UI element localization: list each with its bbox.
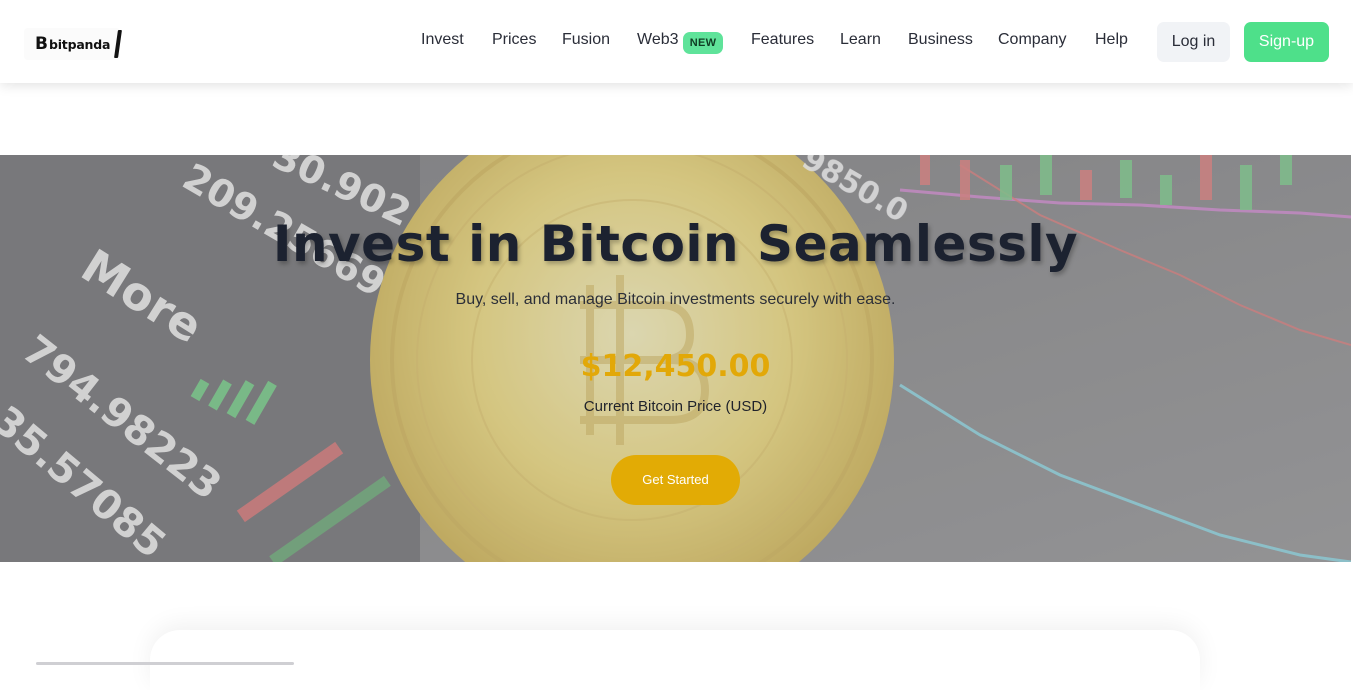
top-navigation-bar: B bitpanda Invest Prices Fusion Web3 NEW… [0, 0, 1353, 83]
logo-text: bitpanda [48, 36, 111, 52]
nav-item-learn[interactable]: Learn [840, 31, 881, 49]
nav-item-business[interactable]: Business [908, 31, 973, 49]
get-started-button[interactable]: Get Started [611, 455, 740, 505]
hero-subtitle: Buy, sell, and manage Bitcoin investment… [455, 291, 896, 308]
nav-item-features[interactable]: Features [751, 31, 814, 49]
nav-item-fusion[interactable]: Fusion [562, 31, 610, 49]
new-badge: NEW [683, 32, 723, 54]
hero-section: 209.25669 More 794.98223 35.57085 30.902… [0, 155, 1351, 562]
nav-item-help[interactable]: Help [1095, 31, 1128, 49]
bitpanda-logo[interactable]: B bitpanda [24, 28, 122, 60]
hero-title: Invest in Bitcoin Seamlessly [272, 215, 1079, 273]
logo-glyph: B [35, 34, 48, 54]
content-card-edge [150, 630, 1200, 690]
bitcoin-price: $12,450.00 [580, 349, 771, 384]
logo-slash-mark [114, 30, 122, 58]
signup-button[interactable]: Sign-up [1244, 22, 1329, 62]
nav-item-prices[interactable]: Prices [492, 31, 536, 49]
nav-item-company[interactable]: Company [998, 31, 1066, 49]
login-button[interactable]: Log in [1157, 22, 1230, 62]
nav-item-web3[interactable]: Web3 [637, 31, 679, 49]
nav-item-invest[interactable]: Invest [421, 31, 464, 49]
bitcoin-price-label: Current Bitcoin Price (USD) [583, 398, 768, 415]
